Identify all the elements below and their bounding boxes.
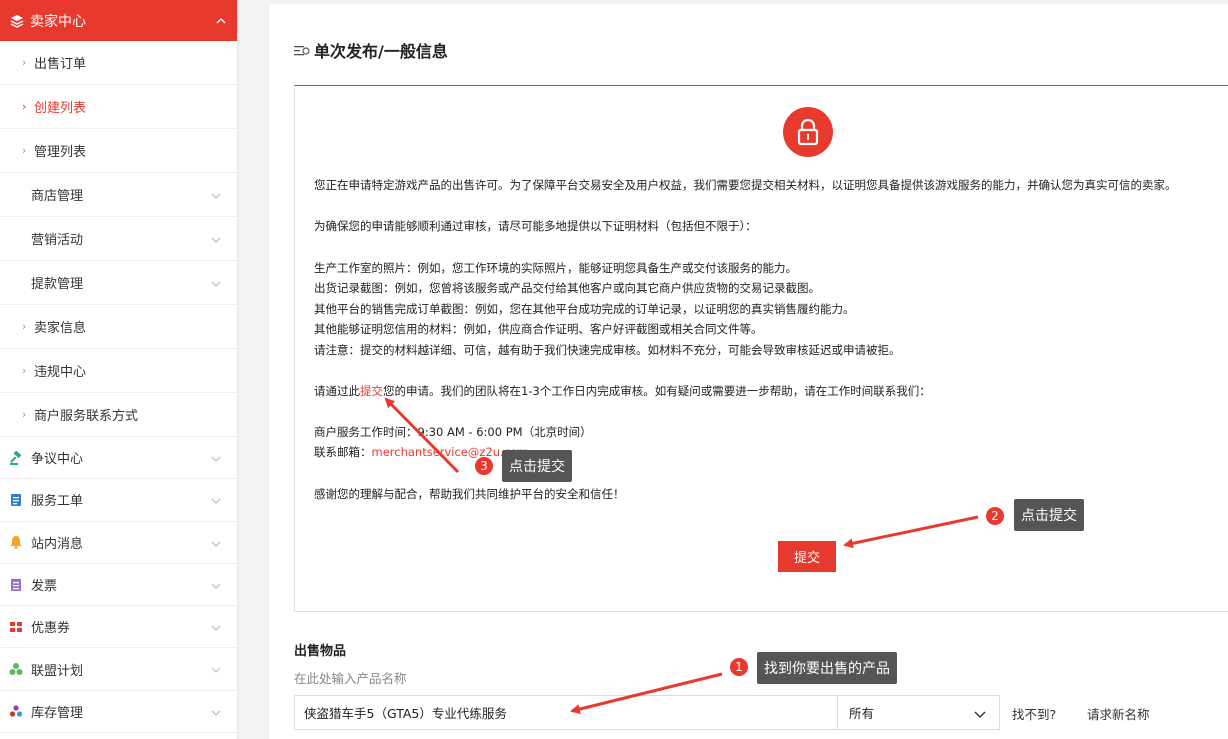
chevron-right-icon: › [22,408,27,421]
material-item: 其他能够证明您信用的材料：例如，供应商合作证明、客户好评截图或相关合同文件等。 [314,322,763,336]
sidebar-item-invoices[interactable]: 发票 [0,564,237,607]
inventory-icon [9,704,23,718]
sidebar-item-withdrawal[interactable]: 提款管理 [0,261,237,305]
material-item: 出货记录截图：例如，您曾将该服务或产品交付给其他客户或向其它商户供应货物的交易记… [314,281,820,295]
sidebar-item-label: 服务工单 [31,494,84,510]
chevron-down-icon [211,234,221,244]
thanks-text: 感谢您的理解与配合，帮助我们共同维护平台的安全和信任！ [314,487,625,501]
sidebar: 卖家中心 › 出售订单 › 创建列表 › 管理列表 商店管理 营销活动 提款管理 › 卖… [0,0,238,739]
materials-heading: 为确保您的申请能够顺利通过审核，请尽可能多地提供以下证明材料（包括但不限于）： [314,219,757,233]
sidebar-item-disputes[interactable]: 争议中心 [0,437,237,480]
sidebar-item-label: 营销活动 [31,233,84,248]
not-found-link[interactable]: 找不到? [1012,704,1056,723]
material-item: 其他平台的销售完成订单截图：例如，您在其他平台成功完成的订单记录，以证明您的真实… [314,302,855,316]
sidebar-item-coupons[interactable]: 优惠券 [0,606,237,649]
chevron-right-icon: › [22,100,27,113]
sidebar-item-label: 商店管理 [31,189,84,204]
sidebar-item-create-listing[interactable]: › 创建列表 [0,85,237,129]
service-hours: 商户服务工作时间：9:30 AM - 6:00 PM（北京时间） [314,425,592,439]
sidebar-item-label: 联盟计划 [31,663,84,679]
sidebar-item-marketing[interactable]: 营销活动 [0,217,237,261]
category-select-value: 所有 [849,706,875,721]
submit-instruction: 请通过此提交您的申请。我们的团队将在1-3个工作日内完成审核。如有疑问或需要进一… [314,384,931,398]
chevron-down-icon [211,538,221,548]
sidebar-item-label: 站内消息 [31,536,84,552]
seller-permission-notice: 您正在申请特定游戏产品的出售许可。为了保障平台交易安全及用户权益，我们需要您提交… [294,85,1228,612]
sidebar-item-sales-orders[interactable]: › 出售订单 [0,41,237,85]
invoice-icon [9,578,23,592]
sidebar-item-manage-listings[interactable]: › 管理列表 [0,129,237,173]
sidebar-header-seller-center[interactable]: 卖家中心 [0,0,237,41]
sidebar-item-label: 发票 [31,579,58,595]
sidebar-item-label: 优惠券 [31,621,71,637]
annotation-callout-2: 点击提交 [1014,499,1084,531]
chevron-right-icon: › [22,56,27,69]
sidebar-item-label: 管理列表 [34,145,87,160]
chevron-down-icon [211,453,221,463]
annotation-callout-3: 点击提交 [502,450,572,482]
request-new-name-link[interactable]: 请求新名称 [1087,704,1150,723]
category-select[interactable]: 所有 [837,695,1000,730]
submit-link[interactable]: 提交 [360,384,383,398]
submit-prefix: 请通过此 [314,384,360,398]
chevron-up-icon [215,15,227,27]
chevron-right-icon: › [22,364,27,377]
sidebar-item-inventory[interactable]: 库存管理 [0,691,237,734]
chevron-down-icon [211,495,221,505]
chevron-down-icon [211,580,221,590]
product-name-input[interactable]: 侠盗猎车手5（GTA5）专业代练服务 [294,695,838,730]
submit-button[interactable]: 提交 [778,541,836,572]
annotation-callout-1: 找到你要出售的产品 [757,652,897,684]
material-note: 请注意：提交的材料越详细、可信，越有助于我们快速完成审核。如材料不充分，可能会导… [314,343,901,357]
chevron-down-icon [211,707,221,717]
sidebar-item-label: 争议中心 [31,452,84,468]
material-item: 生产工作室的照片：例如，您工作环境的实际照片，能够证明您具备生产或交付该服务的能… [314,261,797,275]
sidebar-item-violations[interactable]: › 违规中心 [0,349,237,393]
layers-icon [10,14,24,28]
sidebar-header-label: 卖家中心 [30,13,86,30]
sale-item-title: 出售物品 [294,644,347,659]
sidebar-item-store-management[interactable]: 商店管理 [0,173,237,217]
chevron-down-icon [211,664,221,674]
sidebar-item-label: 卖家信息 [34,321,87,336]
main-content: 单次发布/一般信息 您正在申请特定游戏产品的出售许可。为了保障平台交易安全及用户… [269,4,1228,739]
sidebar-item-label: 库存管理 [31,705,84,721]
sidebar-item-merchant-contact[interactable]: › 商户服务联系方式 [0,393,237,437]
annotation-badge-3: 3 [474,456,494,476]
sidebar-item-label: 提款管理 [31,277,84,292]
page-title-text: 单次发布/一般信息 [314,42,448,61]
coupon-icon [9,620,23,634]
sidebar-item-label: 商户服务联系方式 [34,409,139,424]
email-label: 联系邮箱： [314,445,372,459]
sale-item-hint: 在此处输入产品名称 [294,671,407,686]
contact-email-line: 联系邮箱：merchantservice@z2u.com [314,445,528,459]
affiliate-icon [9,662,23,676]
ticket-list-icon [9,493,23,507]
chevron-down-icon [211,278,221,288]
sidebar-item-messages[interactable]: 站内消息 [0,522,237,564]
list-icon [294,43,310,57]
submit-suffix: 您的申请。我们的团队将在1-3个工作日内完成审核。如有疑问或需要进一步帮助，请在… [383,384,931,398]
sidebar-item-label: 违规中心 [34,365,87,380]
sidebar-item-service-tickets[interactable]: 服务工单 [0,479,237,522]
bell-icon [9,535,23,550]
notice-intro: 您正在申请特定游戏产品的出售许可。为了保障平台交易安全及用户权益，我们需要您提交… [314,178,1177,192]
sidebar-item-label: 出售订单 [34,57,87,72]
annotation-badge-1: 1 [729,657,749,677]
chevron-right-icon: › [22,144,27,157]
sidebar-item-seller-info[interactable]: › 卖家信息 [0,305,237,349]
chevron-down-icon [211,190,221,200]
chevron-down-icon [211,622,221,632]
chevron-down-icon [974,708,986,718]
sidebar-item-label: 创建列表 [34,101,87,116]
lock-icon [783,107,833,157]
sidebar-item-affiliate[interactable]: 联盟计划 [0,648,237,691]
chevron-right-icon: › [22,320,27,333]
gavel-icon [9,450,23,465]
annotation-badge-2: 2 [985,506,1005,526]
page-title: 单次发布/一般信息 [294,38,448,62]
